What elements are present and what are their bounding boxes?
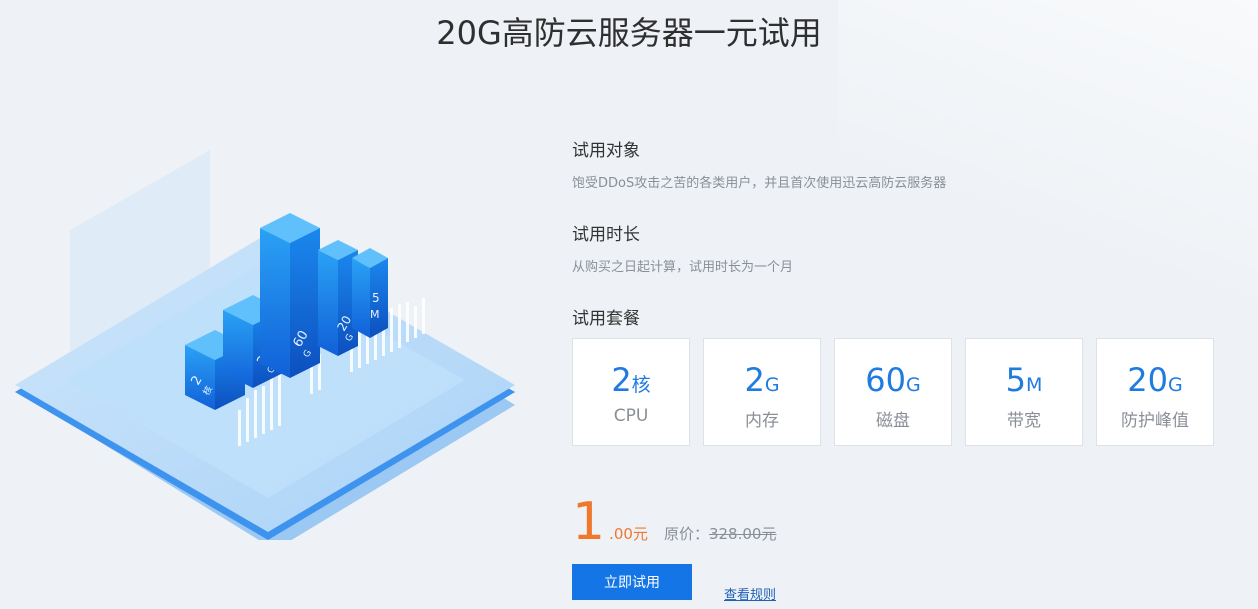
spec-value: 60G [865,361,921,399]
spec-card-cpu: 2核 CPU [572,338,690,446]
original-price-value: 328.00元 [708,525,777,543]
view-rules-link[interactable]: 查看规则 [724,584,776,603]
trial-duration-title: 试用时长 [572,225,640,245]
spec-unit: G [905,374,921,396]
spec-label: 防护峰值 [1121,411,1189,431]
trial-target-title: 试用对象 [572,141,640,161]
spec-label: 内存 [745,411,779,431]
original-price-label: 原价： [663,525,709,543]
spec-value: 2G [744,361,780,399]
illustration-bar-bandwidth: 5 M [352,248,388,338]
spec-value: 5M [1005,361,1043,399]
spec-card-disk: 60G 磁盘 [834,338,952,446]
page-title: 20G高防云服务器一元试用 [436,14,822,52]
bar-label: 5 [372,291,380,305]
price-integer: 1 [572,492,606,552]
spec-label: 带宽 [1007,411,1041,431]
spec-unit: G [1167,374,1183,396]
bar-unit: M [370,308,380,321]
trial-duration-desc: 从购买之日起计算，试用时长为一个月 [572,260,794,275]
spec-card-memory: 2G 内存 [703,338,821,446]
server-illustration: 2 核 2 G 60 G 20 G 5 M [15,150,520,540]
trial-package-title: 试用套餐 [572,309,640,329]
spec-card-protection: 20G 防护峰值 [1096,338,1214,446]
spec-value: 2核 [611,361,651,399]
spec-label: 磁盘 [876,411,910,431]
start-trial-button[interactable]: 立即试用 [572,564,692,600]
spec-unit: M [1025,374,1043,396]
illustration-bar-disk: 60 G [260,213,320,378]
price-row: 1.00元 原价：328.00元 [572,492,776,552]
spec-label: CPU [613,406,649,426]
spec-unit: 核 [631,374,651,396]
spec-value: 20G [1127,361,1183,399]
spec-card-bandwidth: 5M 带宽 [965,338,1083,446]
price-decimal: .00元 [609,525,648,543]
trial-target-desc: 饱受DDoS攻击之苦的各类用户，并且首次使用迅云高防云服务器 [572,176,947,191]
spec-unit: G [764,374,780,396]
